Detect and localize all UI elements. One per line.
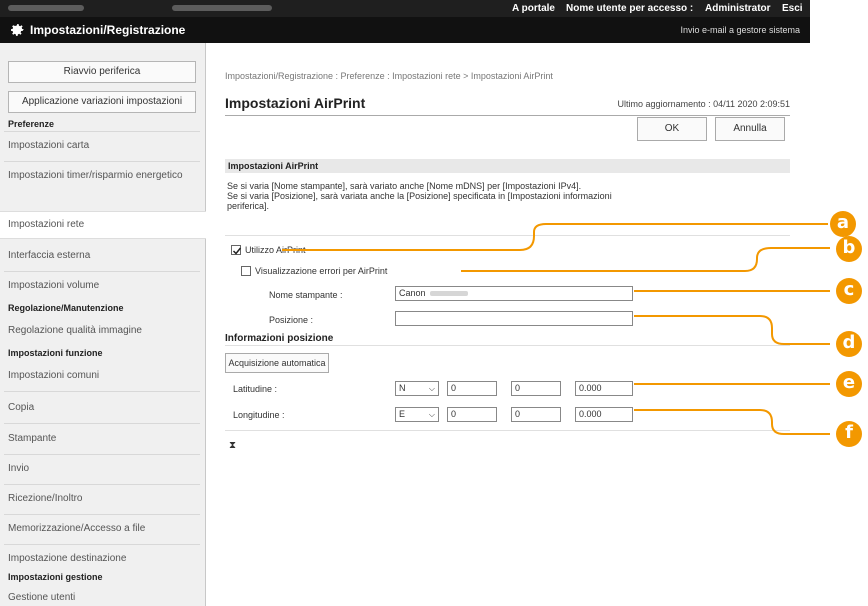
latitude-direction-value: N (399, 383, 406, 393)
sidebar-item-ricezione[interactable]: Ricezione/Inoltro (8, 492, 198, 505)
location-label: Posizione : (269, 315, 314, 325)
sidebar: Riavvio periferica Applicazione variazio… (0, 43, 206, 606)
gear-icon (11, 24, 24, 36)
sidebar-item-volume[interactable]: Impostazioni volume (8, 279, 198, 292)
longitude-direction-value: E (399, 409, 406, 419)
callout-badge-c: c (836, 278, 862, 304)
divider (4, 391, 200, 392)
divider (4, 271, 200, 272)
device-name-blurred (8, 5, 84, 11)
printer-name-input[interactable]: Canon (395, 286, 633, 301)
divider (4, 423, 200, 424)
printer-model-blurred (429, 291, 468, 297)
longitude-direction-select[interactable]: E ⌵ (395, 407, 439, 422)
sidebar-item-carta[interactable]: Impostazioni carta (8, 139, 198, 152)
latitude-direction-select[interactable]: N ⌵ (395, 381, 439, 396)
section-header: Impostazioni AirPrint (225, 159, 790, 173)
use-airprint-label: Utilizzo AirPrint (245, 245, 306, 255)
use-airprint-checkbox[interactable] (231, 245, 242, 255)
breadcrumb: Impostazioni/Registrazione : Preferenze … (225, 71, 553, 81)
sidebar-item-interfaccia[interactable]: Interfaccia esterna (8, 249, 198, 262)
chevron-down-icon: ⌵ (428, 384, 435, 393)
last-update: Ultimo aggiornamento : 04/11 2020 2:09:5… (617, 99, 790, 109)
latitude-degrees-input[interactable]: 0 (447, 381, 497, 396)
sidebar-section-regolazione: Regolazione/Manutenzione (8, 303, 124, 313)
check-icon (232, 247, 242, 255)
sidebar-item-memorizzazione[interactable]: Memorizzazione/Accesso a file (8, 522, 198, 535)
sidebar-section-gestione: Impostazioni gestione (8, 572, 103, 582)
latitude-label: Latitudine : (233, 384, 278, 394)
cancel-button[interactable]: Annulla (715, 117, 785, 141)
divider (4, 131, 200, 132)
portal-link[interactable]: A portale (512, 3, 555, 14)
divider (4, 161, 200, 162)
sidebar-section-funzione: Impostazioni funzione (8, 348, 103, 358)
sidebar-item-timer[interactable]: Impostazioni timer/risparmio energetico (8, 169, 198, 182)
top-bar: A portale Nome utente per accesso : Admi… (0, 0, 810, 17)
restart-device-button[interactable]: Riavvio periferica (8, 61, 196, 83)
chevron-down-icon: ⌵ (428, 410, 435, 419)
divider (225, 430, 790, 431)
longitude-degrees-input[interactable]: 0 (447, 407, 497, 422)
error-display-checkbox[interactable] (241, 266, 251, 276)
page-title: Impostazioni AirPrint (225, 95, 366, 111)
mail-admin-link[interactable]: Invio e-mail a gestore sistema (680, 25, 800, 35)
printer-name-label: Nome stampante : (269, 290, 343, 300)
description: Se si varia [Nome stampante], sarà varia… (227, 181, 627, 211)
auto-acquire-button[interactable]: Acquisizione automatica (225, 353, 329, 373)
callout-badge-a: a (830, 211, 856, 237)
sidebar-item-qualita[interactable]: Regolazione qualità immagine (8, 324, 198, 337)
divider (4, 454, 200, 455)
device-model-blurred (172, 5, 272, 11)
sidebar-section-preferenze: Preferenze (8, 119, 55, 129)
logout-link[interactable]: Esci (782, 3, 803, 14)
divider (4, 514, 200, 515)
divider (4, 484, 200, 485)
longitude-label: Longitudine : (233, 410, 285, 420)
divider (4, 544, 200, 545)
longitude-minutes-input[interactable]: 0 (511, 407, 561, 422)
ok-button[interactable]: OK (637, 117, 707, 141)
latitude-seconds-input[interactable]: 0.000 (575, 381, 633, 396)
description-line-1: Se si varia [Nome stampante], sarà varia… (227, 181, 582, 191)
divider (225, 345, 790, 346)
callout-badge-b: b (836, 236, 862, 262)
sidebar-item-utenti[interactable]: Gestione utenti (8, 591, 198, 604)
callout-badge-e: e (836, 371, 862, 397)
sidebar-item-rete[interactable]: Impostazioni rete (0, 211, 206, 239)
printer-name-value: Canon (399, 288, 426, 298)
longitude-seconds-input[interactable]: 0.000 (575, 407, 633, 422)
page-end-icon: ⧗ (229, 440, 237, 451)
apply-changes-button[interactable]: Applicazione variazioni impostazioni (8, 91, 196, 113)
sidebar-item-destinazione[interactable]: Impostazione destinazione (8, 552, 198, 565)
sidebar-item-copia[interactable]: Copia (8, 401, 198, 414)
divider (225, 115, 790, 116)
title-bar: Impostazioni/Registrazione Invio e-mail … (0, 17, 810, 43)
sidebar-item-comuni[interactable]: Impostazioni comuni (8, 369, 198, 382)
location-input[interactable] (395, 311, 633, 326)
position-info-heading: Informazioni posizione (225, 333, 334, 344)
user-label: Nome utente per accesso : (566, 3, 694, 14)
user-name: Administrator (705, 3, 771, 14)
app-window: A portale Nome utente per accesso : Admi… (0, 0, 810, 606)
sidebar-item-invio[interactable]: Invio (8, 462, 198, 475)
callout-badge-d: d (836, 331, 862, 357)
app-title: Impostazioni/Registrazione (30, 23, 186, 37)
description-line-2: Se si varia [Posizione], sarà variata an… (227, 191, 612, 211)
callout-badge-f: f (836, 421, 862, 447)
latitude-minutes-input[interactable]: 0 (511, 381, 561, 396)
error-display-label: Visualizzazione errori per AirPrint (255, 266, 388, 276)
sidebar-item-stampante[interactable]: Stampante (8, 432, 198, 445)
divider (225, 235, 790, 236)
main-content: Impostazioni/Registrazione : Preferenze … (207, 43, 810, 606)
